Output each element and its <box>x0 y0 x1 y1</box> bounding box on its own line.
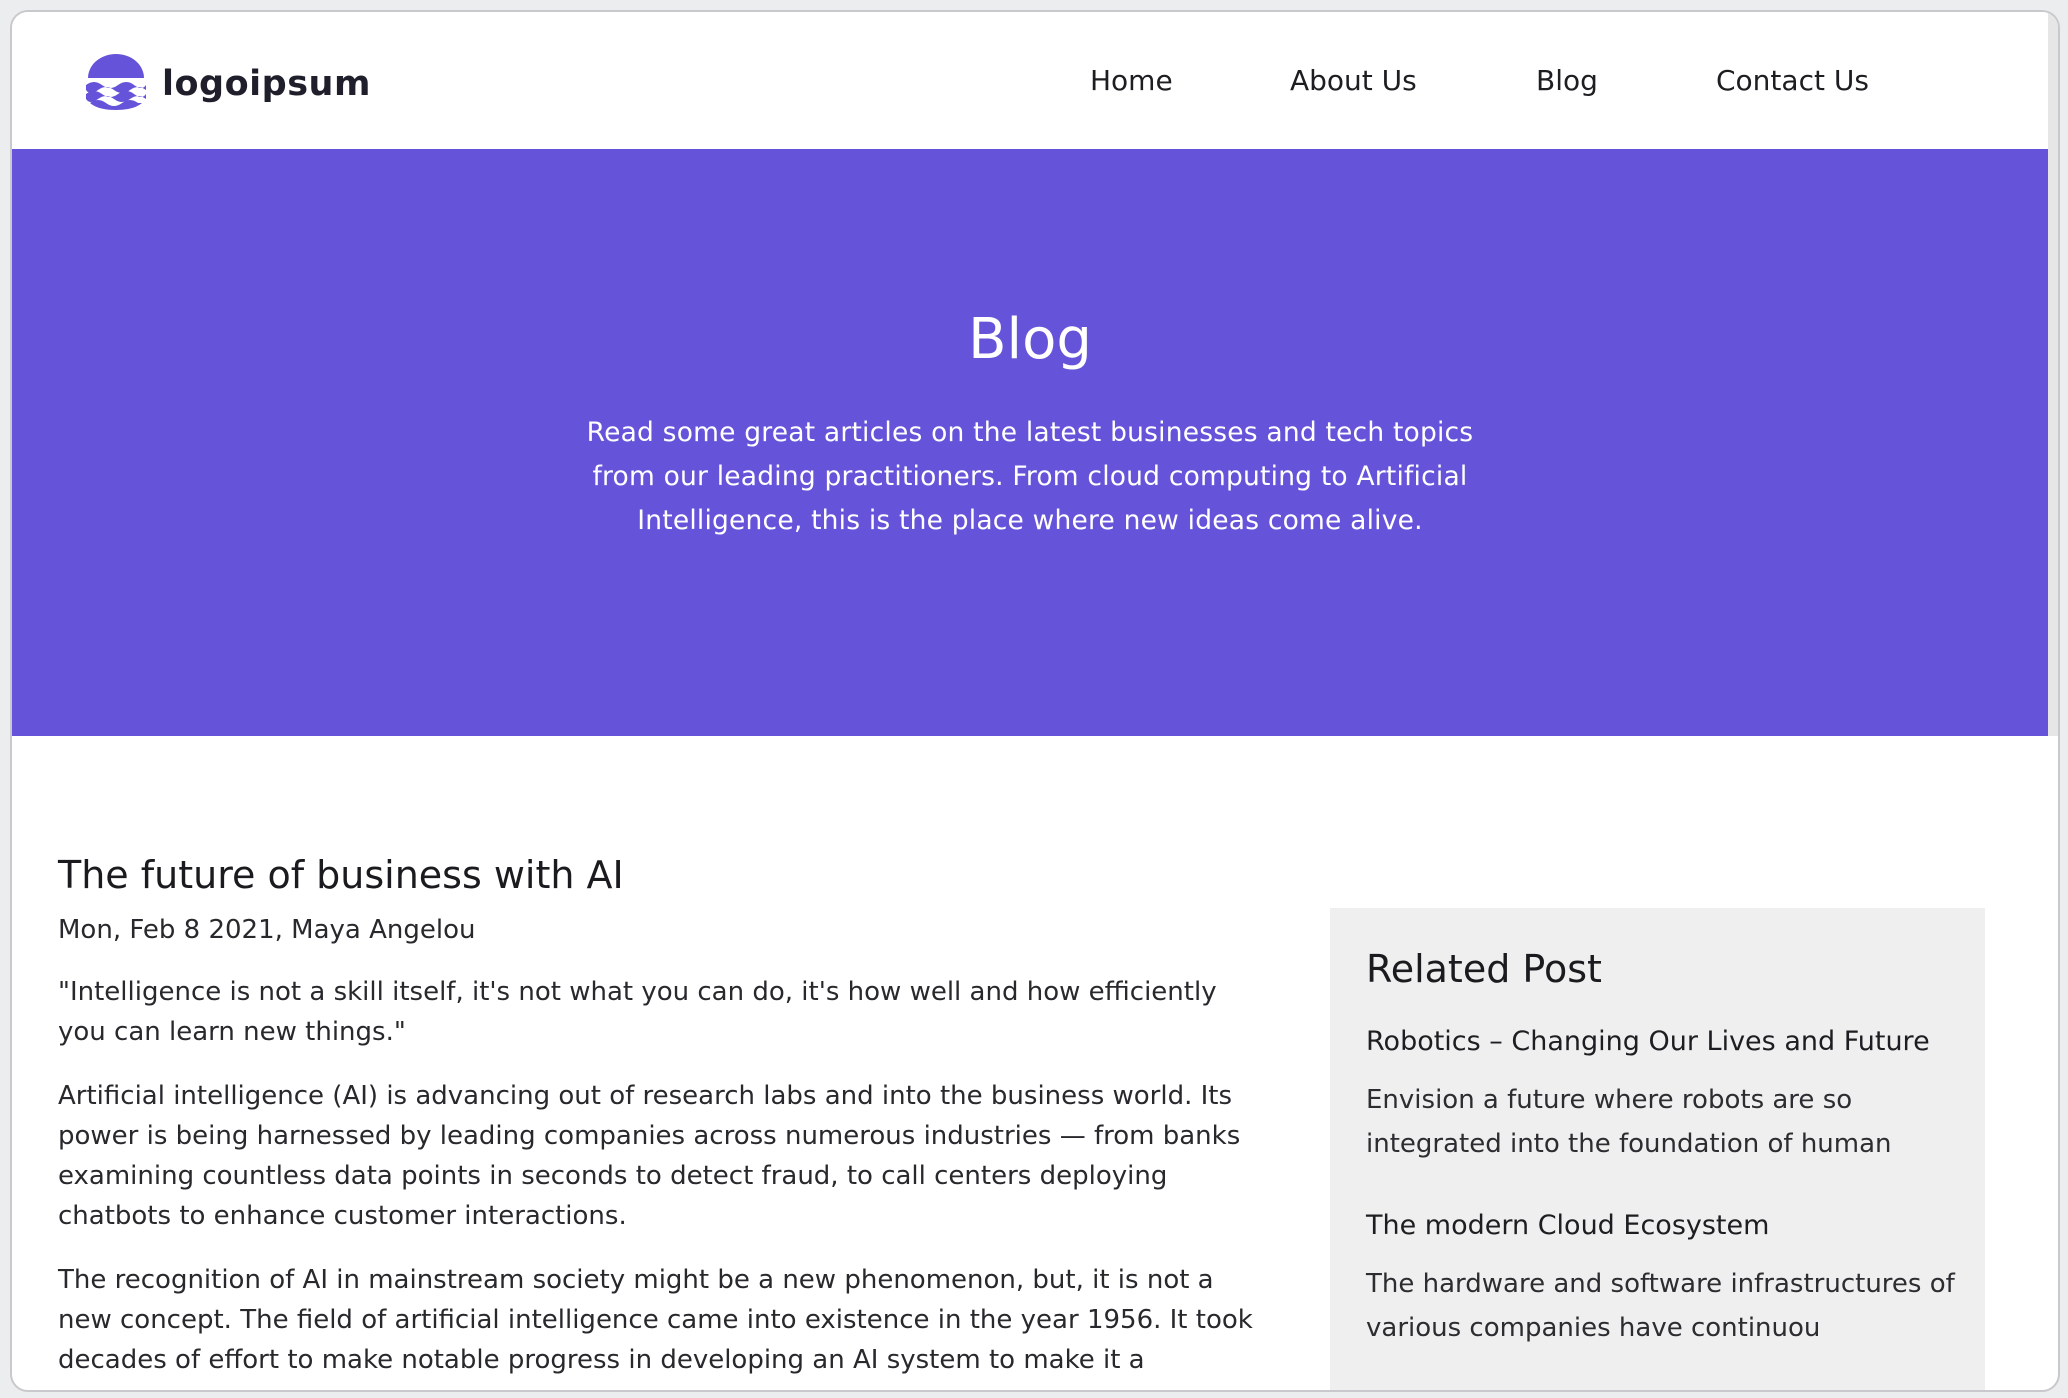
article-title: The future of business with AI <box>58 853 624 897</box>
nav-about-us[interactable]: About Us <box>1290 64 1417 97</box>
article-meta: Mon, Feb 8 2021, Maya Angelou <box>58 915 476 945</box>
related-post-item: The modern Cloud Ecosystem The hardware … <box>1366 1206 1966 1350</box>
nav-home[interactable]: Home <box>1090 64 1173 97</box>
nav-contact-us[interactable]: Contact Us <box>1716 64 1869 97</box>
article-paragraph: "Intelligence is not a skill itself, it'… <box>58 977 1217 1047</box>
related-posts-sidebar: Related Post Robotics – Changing Our Liv… <box>1330 908 1985 1390</box>
hero-title: Blog <box>968 307 1092 372</box>
related-posts-title: Related Post <box>1366 947 1602 991</box>
related-post-excerpt: The hardware and software infrastructure… <box>1366 1269 1955 1343</box>
article: The future of business with AI Mon, Feb … <box>58 850 1263 1380</box>
article-paragraph: Artificial intelligence (AI) is advancin… <box>58 1081 1241 1231</box>
browser-frame: logoipsum Home About Us Blog Contact Us … <box>10 10 2060 1392</box>
hero-banner: Blog Read some great articles on the lat… <box>12 149 2048 736</box>
related-post-link[interactable]: Robotics – Changing Our Lives and Future <box>1366 1022 1966 1062</box>
related-post-link[interactable]: The modern Cloud Ecosystem <box>1366 1206 1966 1246</box>
related-post-item: Robotics – Changing Our Lives and Future… <box>1366 1022 1966 1166</box>
scrollbar-track[interactable] <box>2048 12 2058 736</box>
related-post-excerpt: Envision a future where robots are so in… <box>1366 1085 1892 1159</box>
hero-description: Read some great articles on the latest b… <box>586 417 1474 536</box>
article-paragraph: The recognition of AI in mainstream soci… <box>58 1265 1253 1375</box>
site-header: logoipsum Home About Us Blog Contact Us <box>12 12 2058 149</box>
main-nav: Home About Us Blog Contact Us <box>12 64 2058 114</box>
nav-blog[interactable]: Blog <box>1536 64 1598 97</box>
